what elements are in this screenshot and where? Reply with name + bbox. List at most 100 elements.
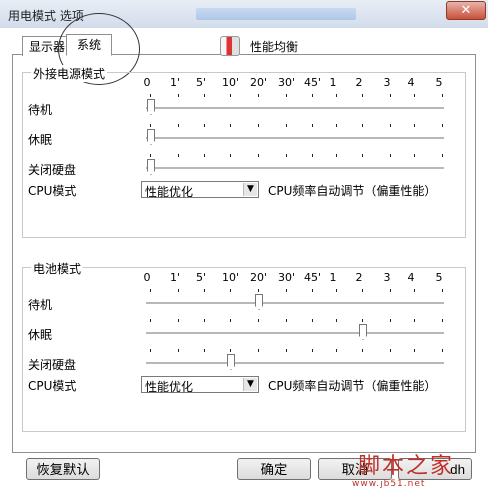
slider-tick [312, 94, 313, 97]
slider-tick [230, 349, 231, 352]
watermark-logo: 脚本之家 [358, 454, 455, 479]
tick-label: 2 [355, 271, 363, 284]
slider-tick [204, 124, 205, 127]
slider-tick [258, 319, 259, 322]
slider-tick [312, 319, 313, 322]
tick-label: 1 [329, 271, 337, 284]
title-highlight [196, 8, 356, 20]
slider-row-label: 休眠 [28, 328, 53, 342]
slider-tick [312, 349, 313, 352]
slider-tick [204, 94, 205, 97]
tick-label: 4 [407, 76, 415, 89]
slider-tick [312, 289, 313, 292]
tick-label: 20' [250, 76, 268, 89]
slider-tick [150, 319, 151, 322]
slider-row-label: 关闭硬盘 [28, 163, 77, 177]
restore-defaults-button[interactable]: 恢复默认 [26, 458, 100, 480]
slider-tick [414, 349, 415, 352]
slider-row-label: 关闭硬盘 [28, 358, 77, 372]
watermark-url: www.jb51.net [352, 479, 426, 489]
slider-track[interactable] [146, 362, 444, 365]
slider-tick [258, 94, 259, 97]
ac-group-title: 外接电源模式 [31, 65, 108, 82]
slider-tick [312, 154, 313, 157]
slider-tick [442, 349, 443, 352]
slider-tick [312, 124, 313, 127]
tick-label: 1 [329, 76, 337, 89]
slider-track[interactable] [146, 137, 444, 140]
slider-tick [414, 154, 415, 157]
slider-tick [336, 319, 337, 322]
slider-tick [362, 124, 363, 127]
tick-label: 5' [196, 76, 207, 89]
slider-tick [150, 94, 151, 97]
slider-track[interactable] [146, 167, 444, 170]
tick-label: 3 [383, 271, 391, 284]
slider-row-label: 休眠 [28, 133, 53, 147]
slider-tick [178, 124, 179, 127]
cpu-mode-description: CPU频率自动调节（偏重性能） [268, 184, 437, 198]
slider-tick [178, 94, 179, 97]
tick-label: 0 [143, 271, 151, 284]
tick-label: 10' [222, 76, 240, 89]
chevron-down-icon[interactable]: ▼ [243, 183, 257, 196]
slider-tick [414, 319, 415, 322]
slider-tick [150, 154, 151, 157]
slider-tick [362, 319, 363, 322]
slider-tick [390, 154, 391, 157]
cpu-mode-value: 性能优化 [145, 185, 194, 199]
cpu-mode-description: CPU频率自动调节（偏重性能） [268, 379, 437, 393]
cpu-mode-select[interactable]: 性能优化 ▼ [141, 181, 259, 199]
title-bar: 用电模式 选项 ✕ [0, 0, 488, 28]
slider-tick [414, 289, 415, 292]
tick-label: 2 [355, 76, 363, 89]
tick-label: 10' [222, 271, 240, 284]
battery-group: 电池模式 [22, 260, 466, 432]
tab-display[interactable]: 显示器 [22, 36, 73, 56]
slider-tick [230, 94, 231, 97]
slider-tick [178, 349, 179, 352]
slider-tick [336, 124, 337, 127]
slider-tick [286, 319, 287, 322]
slider-tick [230, 289, 231, 292]
slider-track[interactable] [146, 302, 444, 305]
tick-label: 45' [304, 271, 322, 284]
slider-tick [258, 124, 259, 127]
ok-button[interactable]: 确定 [237, 458, 311, 480]
slider-tick [414, 124, 415, 127]
close-button[interactable]: ✕ [446, 1, 486, 20]
slider-tick [286, 154, 287, 157]
battery-group-title: 电池模式 [31, 260, 84, 277]
slider-tick [204, 349, 205, 352]
slider-row-label: 待机 [28, 103, 53, 117]
ac-power-group: 外接电源模式 [22, 65, 466, 238]
slider-tick [336, 94, 337, 97]
chevron-down-icon[interactable]: ▼ [243, 378, 257, 391]
slider-tick [362, 94, 363, 97]
slider-tick [258, 154, 259, 157]
slider-tick [336, 154, 337, 157]
slider-tick [362, 289, 363, 292]
slider-tick [258, 349, 259, 352]
tick-label: 1' [170, 76, 181, 89]
slider-tick [442, 319, 443, 322]
slider-track[interactable] [146, 332, 444, 335]
slider-tick [286, 349, 287, 352]
slider-tick [390, 94, 391, 97]
slider-tick [230, 124, 231, 127]
slider-tick [442, 154, 443, 157]
cpu-mode-select[interactable]: 性能优化 ▼ [141, 376, 259, 394]
tick-label: 1' [170, 271, 181, 284]
slider-tick [230, 154, 231, 157]
slider-tick [442, 94, 443, 97]
cpu-mode-label: CPU模式 [28, 184, 77, 198]
tab-system[interactable]: 系统 [66, 34, 113, 56]
slider-tick [336, 349, 337, 352]
slider-tick [390, 349, 391, 352]
slider-tick [442, 124, 443, 127]
power-balance-icon [220, 36, 240, 56]
slider-track[interactable] [146, 107, 444, 110]
tick-label: 20' [250, 271, 268, 284]
slider-tick [204, 154, 205, 157]
slider-tick [390, 319, 391, 322]
